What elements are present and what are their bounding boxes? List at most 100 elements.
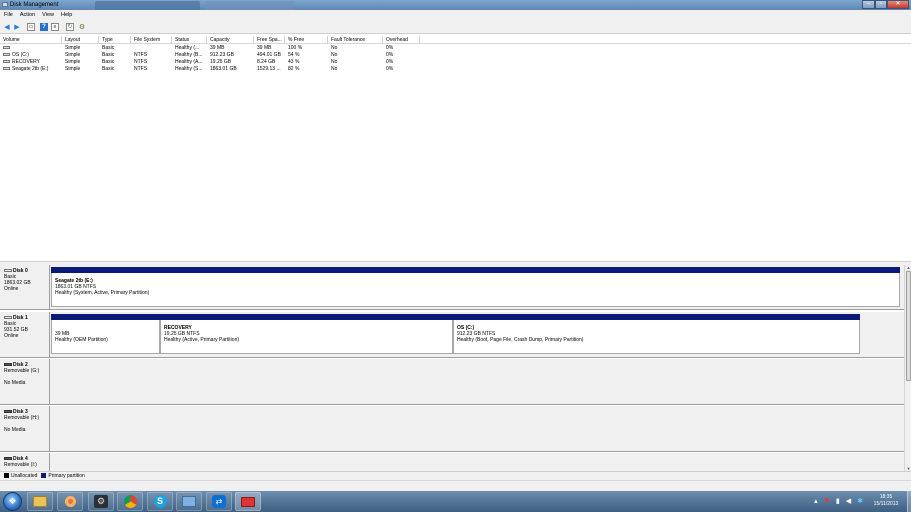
disk-2-info[interactable]: Disk 2 Removable (G:) No Media bbox=[0, 359, 50, 405]
volume-fs bbox=[131, 45, 172, 52]
menu-action[interactable]: Action bbox=[20, 12, 35, 18]
tray-flag-icon[interactable]: ⚑ bbox=[824, 497, 830, 505]
forward-arrow-icon[interactable]: ▶ bbox=[13, 23, 21, 31]
scroll-thumb[interactable] bbox=[906, 271, 911, 381]
volume-fault-tolerance: No bbox=[331, 59, 338, 65]
disk-4-info[interactable]: Disk 4 Removable (I:) bbox=[0, 453, 50, 471]
volume-name: OS (C:) bbox=[0, 52, 62, 59]
volume-capacity: 39 MB bbox=[210, 45, 225, 51]
col-volume[interactable]: Volume bbox=[0, 36, 62, 44]
unallocated-swatch bbox=[4, 473, 9, 479]
volume-fault-tolerance: No bbox=[331, 66, 338, 72]
help-icon[interactable]: ? bbox=[40, 23, 48, 31]
col-fault-tolerance[interactable]: Fault Tolerance bbox=[328, 36, 383, 44]
col-file-system[interactable]: File System bbox=[131, 36, 172, 44]
volume-row[interactable]: RECOVERY Simple Basic NTFS Healthy (A...… bbox=[0, 59, 420, 66]
tray-expand-icon[interactable]: ▴ bbox=[814, 497, 818, 505]
skype-icon[interactable]: S bbox=[147, 492, 173, 511]
network-icon[interactable] bbox=[176, 492, 202, 511]
primary-swatch bbox=[41, 473, 47, 479]
volume-row[interactable]: Simple Basic Healthy (... 39 MB 39 MB 10… bbox=[0, 45, 420, 52]
removable-disk-icon bbox=[4, 410, 12, 414]
volume-layout: Simple bbox=[65, 59, 81, 65]
background-window-tab[interactable] bbox=[95, 1, 200, 10]
primary-partition-bar bbox=[51, 314, 160, 320]
volume-overhead: 0% bbox=[386, 59, 394, 65]
volume-layout: Simple bbox=[65, 52, 81, 58]
volume-layout: Simple bbox=[65, 66, 81, 72]
volume-free: 8.24 GB bbox=[257, 59, 276, 65]
disk-1-partitions: 39 MB Healthy (OEM Partition) RECOVERY 1… bbox=[50, 312, 904, 358]
clock[interactable]: 18:35 15/11/2013 bbox=[867, 494, 905, 508]
volume-type: Basic bbox=[102, 66, 115, 72]
maximize-button[interactable]: ▫ bbox=[875, 0, 887, 9]
disk-2-type: Removable (G:) bbox=[4, 368, 40, 374]
teamviewer-icon[interactable]: ⇄ bbox=[206, 492, 232, 511]
col-capacity[interactable]: Capacity bbox=[207, 36, 254, 44]
volume-row[interactable]: OS (C:) Simple Basic NTFS Healthy (B... … bbox=[0, 52, 420, 59]
disk-3-area bbox=[50, 406, 904, 452]
volume-overhead: 0% bbox=[386, 45, 394, 51]
volume-list-header: Volume Layout Type File System Status Ca… bbox=[0, 36, 911, 44]
volume-name: RECOVERY bbox=[0, 59, 62, 66]
volume-fs: NTFS bbox=[134, 59, 148, 65]
col-overhead[interactable]: Overhead bbox=[383, 36, 420, 44]
volume-name: Seagate 2tb (E:) bbox=[0, 66, 62, 73]
tray-bluetooth-icon[interactable]: ✱ bbox=[857, 497, 863, 505]
disk-management-taskbar-icon[interactable] bbox=[235, 492, 261, 511]
background-window-tab-2[interactable] bbox=[205, 1, 295, 10]
list-view-icon[interactable]: ≡ bbox=[51, 23, 59, 31]
volume-status: Healthy (... bbox=[175, 45, 200, 51]
col-percent-free[interactable]: % Free bbox=[285, 36, 328, 44]
menu-help[interactable]: Help bbox=[61, 12, 72, 18]
properties-icon[interactable]: ▭ bbox=[27, 23, 35, 31]
media-icon[interactable] bbox=[57, 492, 83, 511]
tray-network-icon[interactable]: ▮ bbox=[836, 497, 840, 505]
show-desktop-button[interactable] bbox=[907, 491, 911, 512]
system-tray: ▴ ⚑ ▮ ◀ ✱ bbox=[814, 497, 863, 505]
partition-status: Healthy (System, Active, Primary Partiti… bbox=[55, 290, 150, 296]
settings-icon[interactable]: ⚙ bbox=[78, 23, 86, 31]
title-bar: Disk Management – ▫ ✕ bbox=[0, 0, 911, 10]
disk-3-info[interactable]: Disk 3 Removable (H:) No Media bbox=[0, 406, 50, 452]
rescan-icon[interactable]: ↻ bbox=[66, 23, 74, 31]
scroll-up-icon[interactable]: ▲ bbox=[906, 265, 911, 270]
window-title: Disk Management bbox=[10, 1, 59, 8]
volume-type: Basic bbox=[102, 45, 115, 51]
volume-layout: Simple bbox=[65, 45, 81, 51]
col-status[interactable]: Status bbox=[172, 36, 207, 44]
disk-management-icon bbox=[2, 2, 8, 7]
col-type[interactable]: Type bbox=[99, 36, 131, 44]
minimize-button[interactable]: – bbox=[862, 0, 875, 9]
volume-row[interactable]: Seagate 2tb (E:) Simple Basic NTFS Healt… bbox=[0, 66, 420, 73]
back-arrow-icon[interactable]: ◀ bbox=[3, 23, 11, 31]
volume-status: Healthy (A... bbox=[175, 59, 203, 65]
menu-file[interactable]: File bbox=[4, 12, 13, 18]
tray-volume-icon[interactable]: ◀ bbox=[846, 497, 851, 505]
col-layout[interactable]: Layout bbox=[62, 36, 99, 44]
disk-1-info[interactable]: Disk 1 Basic 931.52 GB Online bbox=[0, 312, 50, 358]
disk-0-info[interactable]: Disk 0 Basic 1863.02 GB Online bbox=[0, 265, 50, 310]
volume-free: 1529.13 ... bbox=[257, 66, 281, 72]
volume-percent-free: 43 % bbox=[288, 59, 300, 65]
disk-4-area bbox=[50, 453, 904, 471]
partition-oem[interactable]: 39 MB Healthy (OEM Partition) bbox=[51, 314, 160, 354]
volume-percent-free: 82 % bbox=[288, 66, 300, 72]
volume-percent-free: 100 % bbox=[288, 45, 303, 51]
menu-bar: File Action View Help bbox=[0, 10, 911, 20]
disk-graphical-view: Disk 0 Basic 1863.02 GB Online Seagate 2… bbox=[0, 265, 904, 471]
explorer-icon[interactable] bbox=[27, 492, 53, 511]
col-free-space[interactable]: Free Spa... bbox=[254, 36, 285, 44]
vertical-scrollbar[interactable]: ▲ ▼ bbox=[904, 265, 911, 471]
steam-icon[interactable]: ⚙ bbox=[88, 492, 114, 511]
volume-status: Healthy (B... bbox=[175, 52, 203, 58]
partition-status: Healthy (OEM Partition) bbox=[55, 337, 108, 343]
partition-os[interactable]: OS (C:) 912.23 GB NTFS Healthy (Boot, Pa… bbox=[453, 314, 860, 354]
removable-disk-icon bbox=[4, 363, 12, 367]
chrome-icon[interactable] bbox=[117, 492, 143, 511]
partition-recovery[interactable]: RECOVERY 19.25 GB NTFS Healthy (Active, … bbox=[160, 314, 453, 354]
start-button[interactable]: ❖ bbox=[3, 492, 22, 511]
menu-view[interactable]: View bbox=[42, 12, 54, 18]
close-button[interactable]: ✕ bbox=[887, 0, 909, 9]
partition-seagate[interactable]: Seagate 2tb (E:) 1863.01 GB NTFS Healthy… bbox=[51, 267, 900, 307]
